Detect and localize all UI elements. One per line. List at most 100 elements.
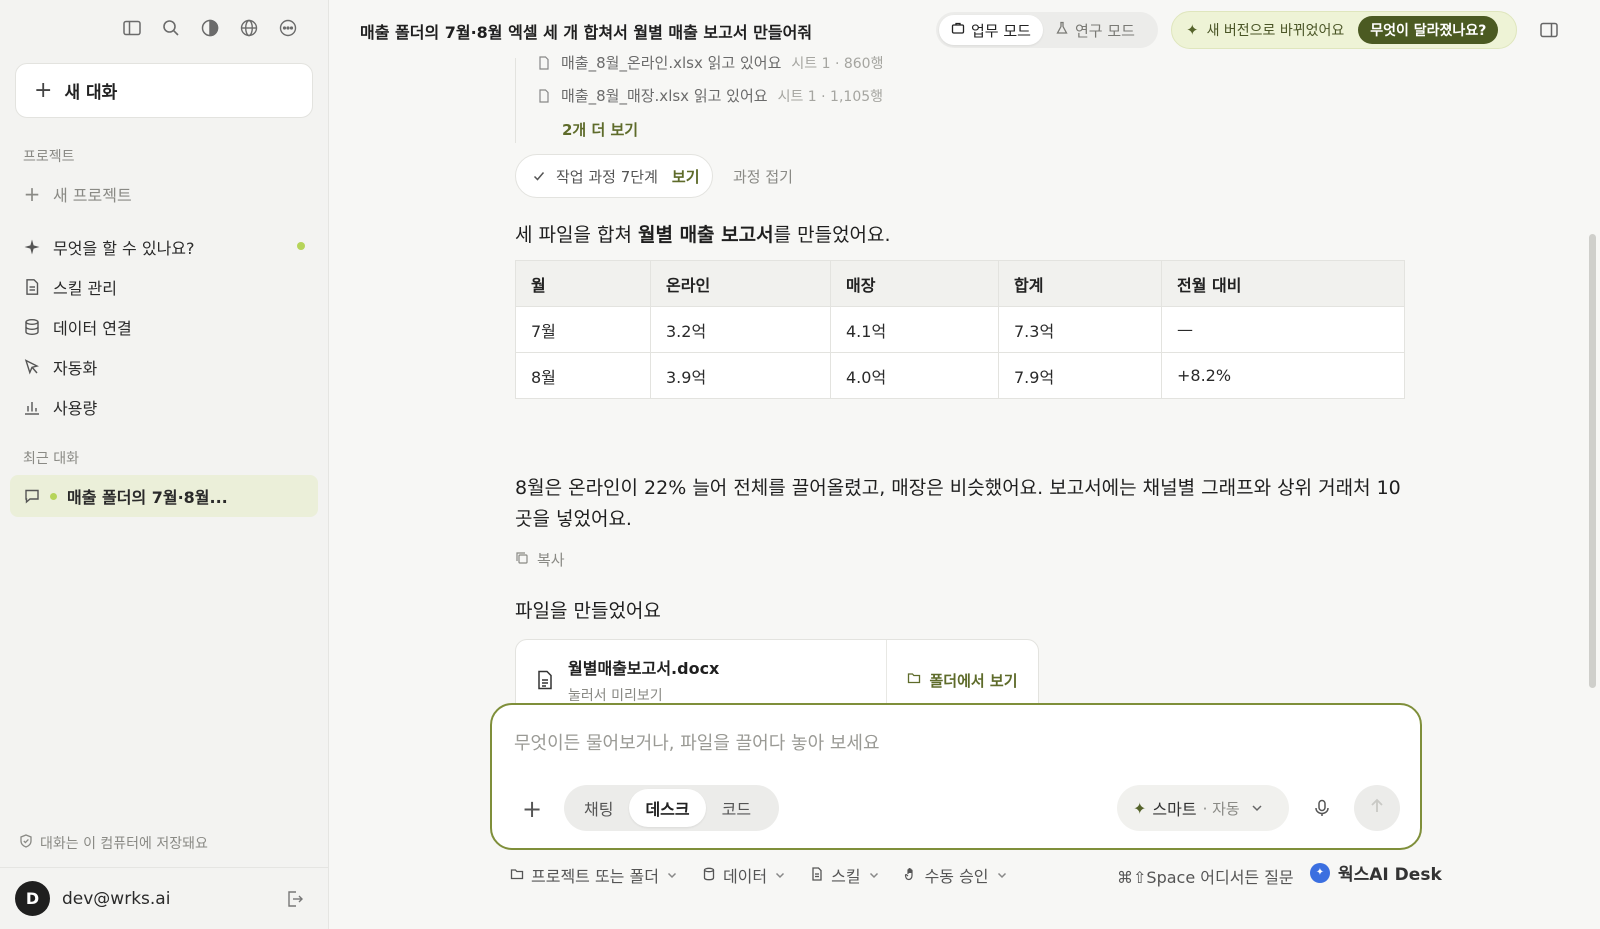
show-more-link[interactable]: 2개 더 보기 [562,119,638,140]
sidebar-item-label: 스킬 관리 [53,279,117,298]
recent-conversation-item[interactable]: 매출 폴더의 7월·8월... [10,475,318,517]
approval-dropdown[interactable]: 수동 승인 [904,863,1008,887]
project-folder-dropdown[interactable]: 프로젝트 또는 폴더 [510,863,678,887]
folder-icon [510,866,524,885]
active-dot [50,492,57,500]
briefcase-icon [951,21,965,39]
attach-plus-icon[interactable]: + [522,795,542,823]
conversation-area: 매출_8월_온라인.xlsx 읽고 있어요 시트 1 · 860행 매출_8월_… [330,54,1600,929]
shortcut-hint: ⌘⇧Space 어디서든 질문 [1117,868,1294,887]
table-cell: 4.1억 [830,306,999,353]
globe-icon[interactable] [239,18,259,38]
open-folder-label: 폴더에서 보기 [929,671,1018,690]
sidebar-toggle-icon[interactable] [122,18,142,38]
mode-toggle: 업무 모드 연구 모드 [936,12,1158,48]
files-made-heading: 파일을 만들었어요 [515,600,661,622]
document-icon [536,670,554,690]
new-chat-button[interactable]: + 새 대화 [15,63,313,118]
whats-new-button[interactable]: 무엇이 달라졌나요? [1358,16,1499,44]
new-project-label: 새 프로젝트 [53,186,132,205]
table-cell: 4.0억 [830,352,999,399]
folder-icon [907,671,921,689]
mode-chat-button[interactable]: 채팅 [568,789,629,827]
theme-icon[interactable] [200,18,220,38]
database-icon [702,866,716,885]
send-button[interactable] [1354,785,1400,831]
collapse-steps-link[interactable]: 과정 접기 [733,166,793,187]
scrollbar[interactable] [1589,234,1596,688]
chevron-down-icon [666,869,678,881]
brand-logo-icon: ✦ [1310,862,1330,883]
table-cell: 3.9억 [650,352,831,399]
approval-label: 수동 승인 [924,867,989,886]
step-file-item: 매출_8월_매장.xlsx 읽고 있어요 시트 1 · 1,105행 [537,85,883,106]
composer-mode-selector: 채팅 데스크 코드 [564,785,779,831]
sidebar-item-data[interactable]: 데이터 연결 [23,315,132,339]
answer-summary: 세 파일을 합쳐 월별 매출 보고서를 만들었어요. [515,220,891,247]
steps-pill-label: 작업 과정 7단계 [556,167,658,186]
copy-button[interactable]: 복사 [515,549,565,570]
table-cell: 8월 [515,352,651,399]
table-header: 매장 [830,260,999,307]
skill-dropdown[interactable]: 스킬 [810,863,879,887]
file-icon [537,88,551,103]
summary-pre: 세 파일을 합쳐 [515,224,638,246]
step-file-name: 매출_8월_매장.xlsx 읽고 있어요 [561,87,768,105]
shield-icon [19,834,33,852]
steps-rail [515,58,516,143]
new-project-button[interactable]: + 새 프로젝트 [23,182,132,206]
sidebar-toolbar [122,18,298,38]
table-cell: 7.3억 [998,306,1162,353]
mode-code-button[interactable]: 코드 [706,789,767,827]
table-header: 온라인 [650,260,831,307]
table-header-row: 월 온라인 매장 합계 전월 대비 [515,260,1405,307]
chat-bubble-icon [24,488,40,504]
user-email: dev@wrks.ai [62,888,171,909]
step-file-name: 매출_8월_온라인.xlsx 읽고 있어요 [561,54,782,72]
sidebar-item-automation[interactable]: 자동화 [23,355,97,379]
file-subtitle: 눌러서 미리보기 [568,688,663,704]
sparkle-icon: ✦ [1133,798,1147,818]
data-dropdown[interactable]: 데이터 [702,863,786,887]
chevron-down-icon [996,869,1008,881]
database-icon [23,318,41,336]
table-cell: +8.2% [1161,352,1405,399]
table-cell: 3.2억 [650,306,831,353]
brand-name: 웍스AI Desk [1338,865,1442,885]
sidebar-item-label: 사용량 [53,399,98,418]
cursor-icon [23,358,41,376]
logout-icon[interactable] [285,889,305,909]
sidebar-item-skills[interactable]: 스킬 관리 [23,275,117,299]
table-header: 합계 [998,260,1162,307]
mode-desk-button[interactable]: 데스크 [629,789,706,827]
sidebar-item-usage[interactable]: 사용량 [23,395,97,419]
table-row: 7월 3.2억 4.1억 7.3억 — [515,306,1405,353]
steps-view-link[interactable]: 보기 [672,166,700,187]
microphone-icon[interactable] [1312,798,1332,818]
top-bar: 매출 폴더의 7월·8월 엑셀 세 개 합쳐서 월별 매출 보고서 만들어줘 업… [330,0,1600,58]
project-folder-label: 프로젝트 또는 폴더 [531,867,659,886]
sidebar-item-capabilities[interactable]: 무엇을 할 수 있나요? [23,235,195,259]
work-mode-label: 업무 모드 [971,21,1031,40]
table-cell: 7월 [515,306,651,353]
message-input[interactable]: 무엇이든 물어보거나, 파일을 끌어다 놓아 보세요 [514,729,880,755]
steps-pill[interactable]: 작업 과정 7단계 보기 [515,154,713,198]
more-icon[interactable] [278,18,298,38]
sparkle-icon [23,238,41,256]
research-mode-button[interactable]: 연구 모드 [1043,15,1147,45]
answer-analysis: 8월은 온라인이 22% 늘어 전체를 끌어올렸고, 매장은 비슷했어요. 보고… [515,477,1401,530]
local-storage-note: 대화는 이 컴퓨터에 저장돼요 [19,833,208,853]
table-cell: 7.9억 [998,352,1162,399]
chevron-down-icon [1250,801,1264,815]
avatar[interactable]: D [15,881,50,916]
model-selector[interactable]: ✦ 스마트 · 자동 [1117,785,1289,831]
flask-icon [1055,21,1069,39]
arrow-up-icon [1368,797,1386,819]
work-mode-button[interactable]: 업무 모드 [939,15,1043,45]
search-icon[interactable] [161,18,181,38]
bar-chart-icon [23,398,41,416]
summary-post: 를 만들었어요. [773,224,891,246]
panel-toggle-icon[interactable] [1539,20,1559,40]
step-file-item: 매출_8월_온라인.xlsx 읽고 있어요 시트 1 · 860행 [537,52,883,73]
model-label: 스마트 [1152,800,1197,819]
